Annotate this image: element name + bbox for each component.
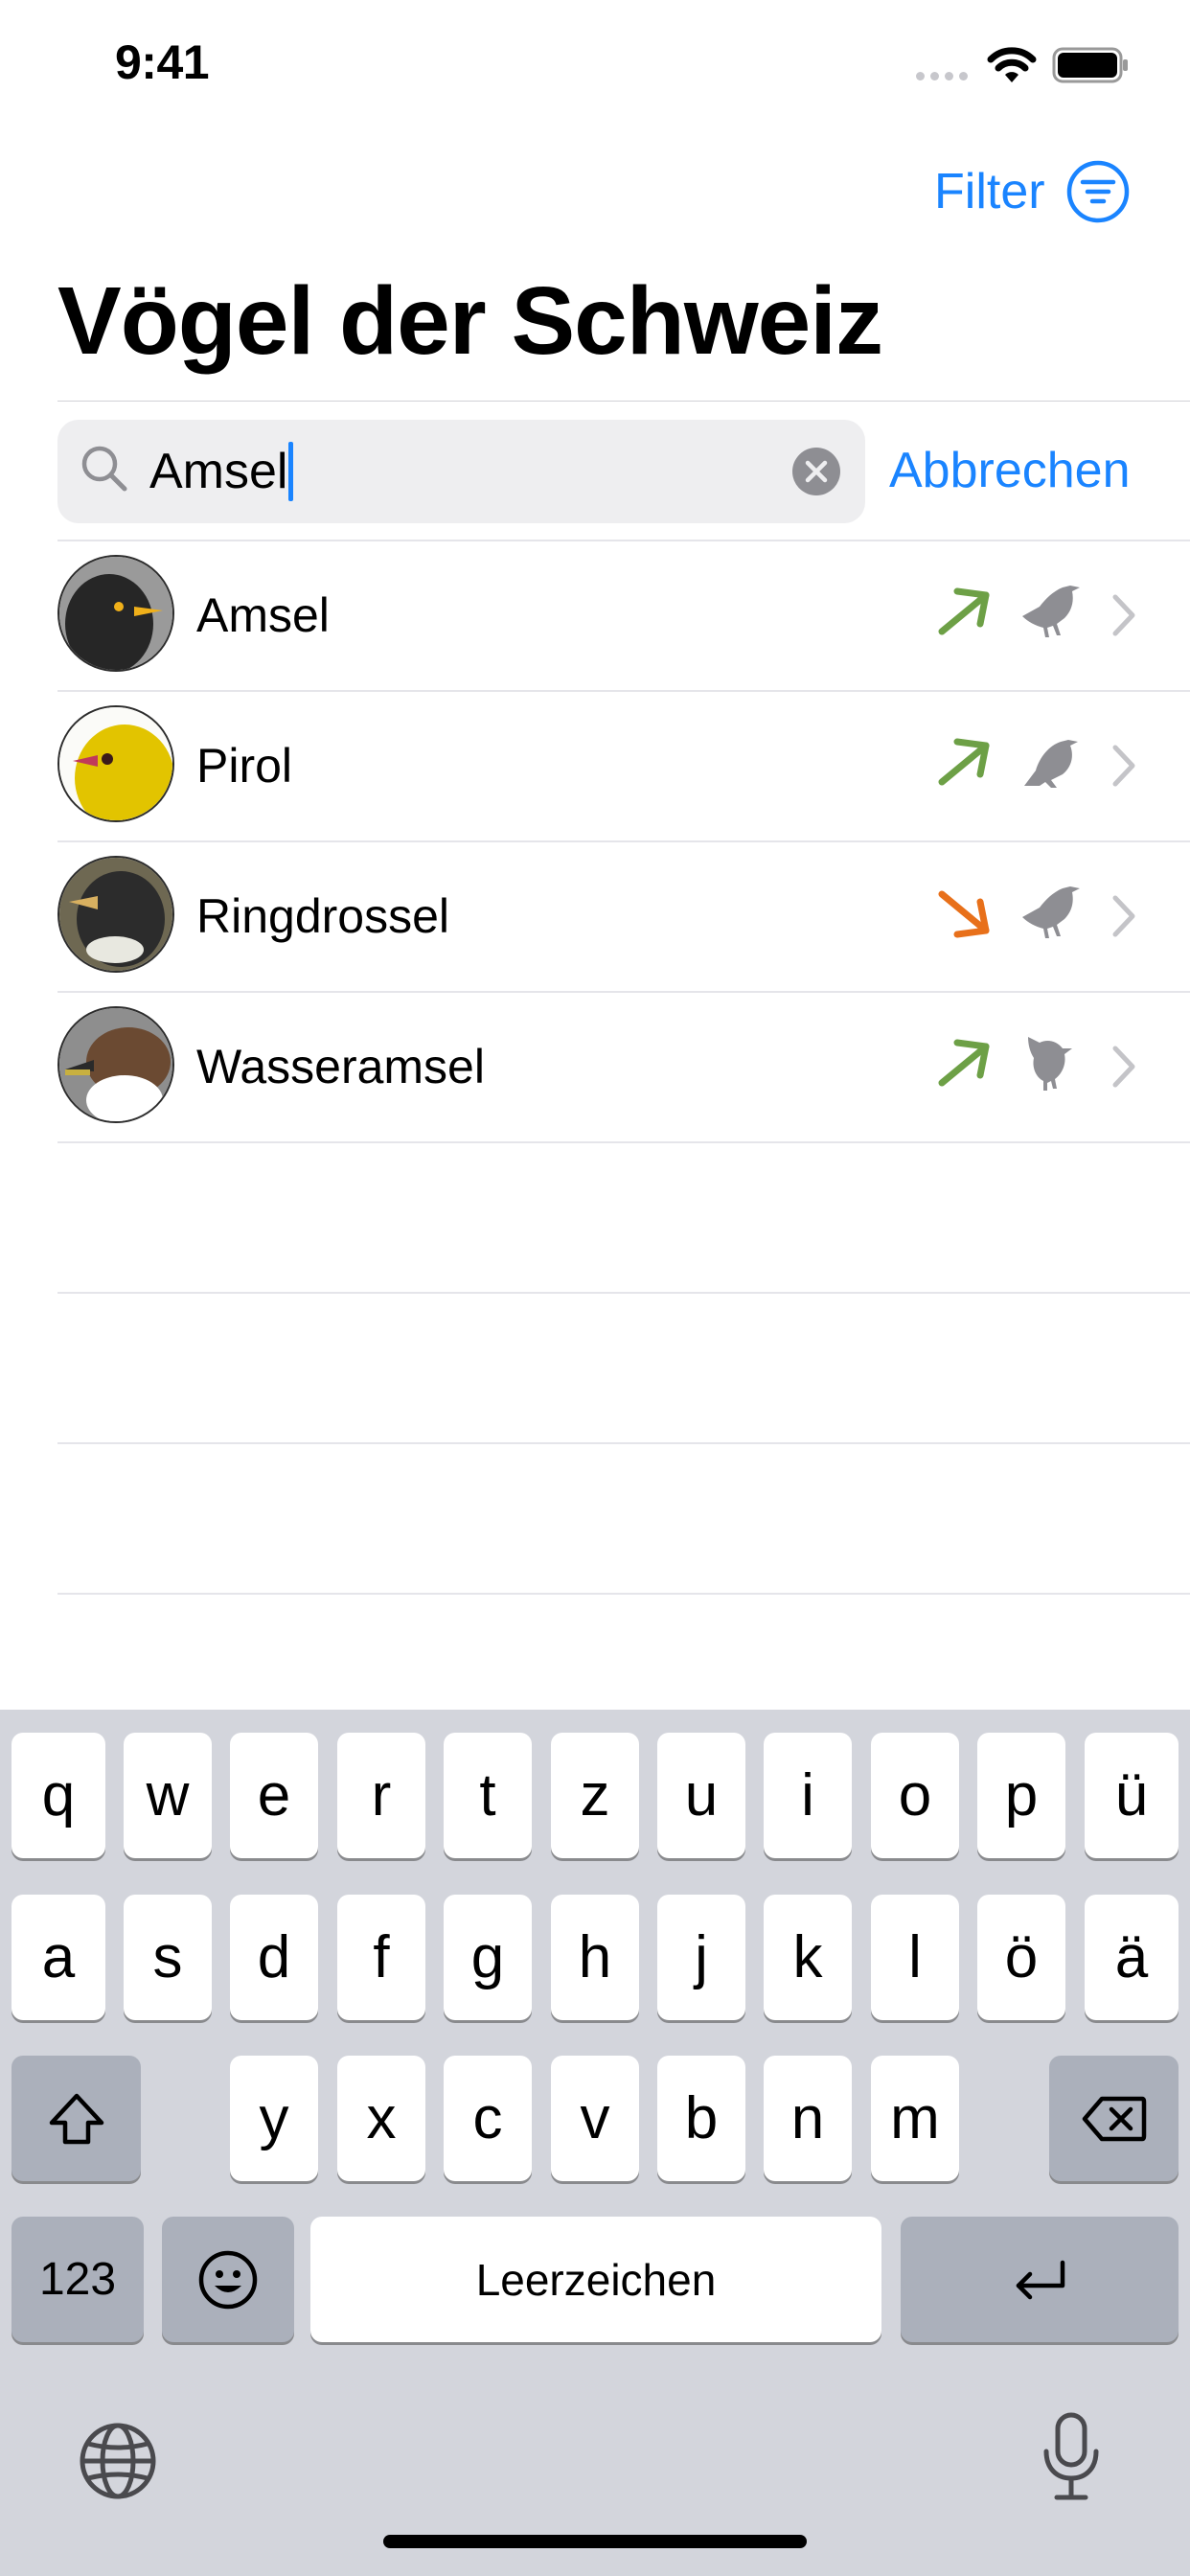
key-c[interactable]: c [444, 2056, 532, 2181]
bird-row-pirol[interactable]: Pirol [0, 692, 1190, 840]
key-x[interactable]: x [337, 2056, 425, 2181]
bird-row-wasseramsel[interactable]: Wasseramsel [0, 993, 1190, 1141]
key-a[interactable]: a [11, 1895, 105, 2020]
key-z[interactable]: z [551, 1733, 639, 1858]
emoji-key[interactable] [162, 2217, 294, 2342]
microphone-icon[interactable] [1038, 2409, 1105, 2505]
search-input[interactable]: Amsel [149, 442, 294, 501]
key-q[interactable]: q [11, 1733, 105, 1858]
list-divider [57, 1141, 1190, 1143]
key-e[interactable]: e [230, 1733, 318, 1858]
key-h[interactable]: h [551, 1895, 639, 2020]
delete-icon [1082, 2096, 1146, 2141]
home-indicator [383, 2535, 807, 2548]
keyboard: q w e r t z u i o p ü a s d f g h j k l … [0, 1710, 1190, 2576]
trend-up-icon [938, 1039, 990, 1087]
key-n[interactable]: n [764, 2056, 852, 2181]
key-g[interactable]: g [444, 1895, 532, 2020]
bird-name: Pirol [196, 739, 293, 793]
bird-avatar [57, 856, 174, 973]
bird-name: Ringdrossel [196, 889, 450, 943]
header-divider [57, 401, 1190, 402]
bird-silhouette-icon [1022, 886, 1080, 938]
chevron-right-icon [1112, 895, 1135, 937]
key-b[interactable]: b [657, 2056, 745, 2181]
bird-avatar [57, 1006, 174, 1123]
list-divider [57, 1292, 1190, 1294]
key-s[interactable]: s [124, 1895, 212, 2020]
key-ue[interactable]: ü [1085, 1733, 1179, 1858]
key-j[interactable]: j [657, 1895, 745, 2020]
bird-silhouette-icon [1028, 1037, 1072, 1091]
key-u[interactable]: u [657, 1733, 745, 1858]
key-l[interactable]: l [871, 1895, 959, 2020]
key-ae[interactable]: ä [1085, 1895, 1179, 2020]
key-y[interactable]: y [230, 2056, 318, 2181]
search-icon [81, 446, 127, 492]
key-r[interactable]: r [337, 1733, 425, 1858]
bird-name: Wasseramsel [196, 1040, 485, 1093]
key-k[interactable]: k [764, 1895, 852, 2020]
shift-key[interactable] [11, 2056, 141, 2181]
text-cursor [288, 442, 294, 501]
bird-row-amsel[interactable]: Amsel [0, 541, 1190, 690]
shift-icon [49, 2093, 103, 2144]
key-o[interactable]: o [871, 1733, 959, 1858]
wifi-icon [987, 47, 1037, 82]
key-t[interactable]: t [444, 1733, 532, 1858]
return-key[interactable] [901, 2217, 1179, 2342]
chevron-right-icon [1112, 1046, 1135, 1088]
status-time: 9:41 [115, 35, 210, 89]
search-input-value: Amsel [149, 444, 288, 499]
trend-down-icon [938, 890, 990, 938]
return-icon [1016, 2260, 1065, 2299]
filter-button[interactable]: Filter [934, 155, 1130, 228]
emoji-icon [198, 2250, 258, 2309]
list-divider [57, 1442, 1190, 1444]
key-i[interactable]: i [764, 1733, 852, 1858]
key-oe[interactable]: ö [977, 1895, 1065, 2020]
bird-silhouette-icon [1022, 586, 1080, 637]
trend-up-icon [938, 587, 990, 635]
bird-row-ringdrossel[interactable]: Ringdrossel [0, 842, 1190, 991]
numbers-key[interactable]: 123 [11, 2217, 144, 2342]
bird-avatar [57, 555, 174, 672]
bird-avatar [57, 705, 174, 822]
list-divider [57, 1593, 1190, 1595]
space-key[interactable]: Leerzeichen [310, 2217, 881, 2342]
globe-icon[interactable] [77, 2420, 159, 2502]
chevron-right-icon [1112, 594, 1135, 636]
filter-icon [1066, 160, 1129, 223]
chevron-right-icon [1112, 745, 1135, 787]
bird-name: Amsel [196, 588, 330, 642]
clear-search-icon[interactable] [791, 447, 841, 496]
key-p[interactable]: p [977, 1733, 1065, 1858]
key-w[interactable]: w [124, 1733, 212, 1858]
page-title: Vögel der Schweiz [57, 267, 883, 375]
key-v[interactable]: v [551, 2056, 639, 2181]
battery-icon [1052, 47, 1128, 83]
key-f[interactable]: f [337, 1895, 425, 2020]
delete-key[interactable] [1049, 2056, 1179, 2181]
key-m[interactable]: m [871, 2056, 959, 2181]
cancel-button[interactable]: Abbrechen [889, 442, 1131, 499]
key-d[interactable]: d [230, 1895, 318, 2020]
bird-silhouette-icon [1024, 740, 1078, 788]
filter-label: Filter [934, 164, 1045, 219]
trend-up-icon [938, 738, 990, 786]
cellular-signal-icon [916, 72, 968, 80]
